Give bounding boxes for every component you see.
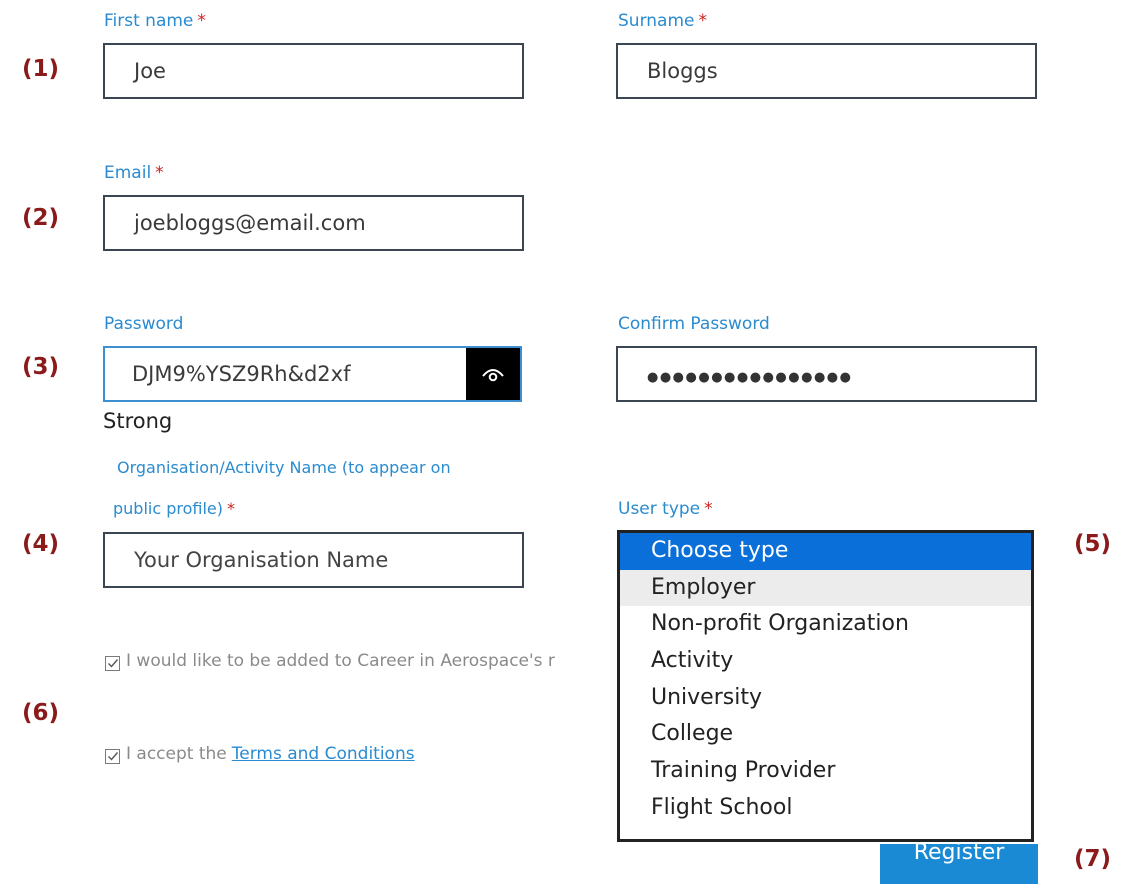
newsletter-checkbox-row: I would like to be added to Career in Ae… — [105, 651, 555, 671]
required-marker: * — [197, 11, 206, 31]
organisation-label-line1: Organisation/Activity Name (to appear on — [117, 458, 451, 477]
confirm-password-label: Confirm Password — [618, 314, 770, 334]
surname-input[interactable]: Bloggs — [616, 43, 1037, 99]
newsletter-checkbox-label: I would like to be added to Career in Ae… — [126, 651, 555, 671]
password-value: DJM9%YSZ9Rh&d2xf — [132, 362, 351, 386]
password-input[interactable]: DJM9%YSZ9Rh&d2xf — [103, 346, 522, 402]
step-marker-4: (4) — [22, 531, 60, 557]
terms-and-conditions-link[interactable]: Terms and Conditions — [232, 744, 415, 764]
user-type-option-activity[interactable]: Activity — [620, 643, 1031, 680]
required-marker: * — [704, 499, 713, 519]
email-label-text: Email — [104, 163, 152, 183]
surname-label: Surname * — [618, 11, 707, 31]
step-marker-5: (5) — [1074, 531, 1112, 557]
step-marker-6: (6) — [22, 700, 60, 726]
organisation-input[interactable]: Your Organisation Name — [103, 532, 524, 588]
newsletter-checkbox[interactable] — [105, 655, 120, 671]
password-label: Password — [104, 314, 184, 334]
user-type-option-choose[interactable]: Choose type — [620, 533, 1031, 570]
user-type-dropdown[interactable]: Choose type Employer Non-profit Organiza… — [617, 530, 1034, 842]
user-type-option-nonprofit[interactable]: Non-profit Organization — [620, 606, 1031, 643]
first-name-input[interactable]: Joe — [103, 43, 524, 99]
user-type-option-college[interactable]: College — [620, 716, 1031, 753]
confirm-password-dots: ●●●●●●●●●●●●●●●● — [647, 370, 853, 385]
user-type-label: User type * — [618, 499, 713, 519]
user-type-option-university[interactable]: University — [620, 680, 1031, 717]
step-marker-2: (2) — [22, 205, 60, 231]
eye-icon[interactable] — [466, 348, 520, 400]
email-label: Email * — [104, 163, 164, 183]
organisation-label-line2: public profile) * — [113, 499, 235, 518]
terms-checkbox-label: I accept the — [126, 744, 227, 764]
step-marker-7: (7) — [1074, 846, 1112, 872]
required-marker: * — [155, 163, 164, 183]
terms-checkbox[interactable] — [105, 748, 120, 764]
user-type-option-employer[interactable]: Employer — [620, 569, 1031, 607]
register-button[interactable]: Register — [880, 844, 1038, 884]
confirm-password-input[interactable]: ●●●●●●●●●●●●●●●● — [616, 346, 1037, 402]
email-input[interactable]: joebloggs@email.com — [103, 195, 524, 251]
step-marker-3: (3) — [22, 354, 60, 380]
terms-checkbox-row: I accept the Terms and Conditions — [105, 744, 415, 764]
user-type-option-training-provider[interactable]: Training Provider — [620, 753, 1031, 790]
required-marker: * — [698, 11, 707, 31]
required-marker: * — [227, 499, 236, 518]
user-type-option-flight-school[interactable]: Flight School — [620, 790, 1031, 827]
organisation-label-text: public profile) — [113, 499, 224, 518]
step-marker-1: (1) — [22, 56, 60, 82]
first-name-label-text: First name — [104, 11, 194, 31]
password-strength: Strong — [103, 409, 173, 433]
surname-label-text: Surname — [618, 11, 695, 31]
first-name-label: First name * — [104, 11, 206, 31]
user-type-label-text: User type — [618, 499, 701, 519]
